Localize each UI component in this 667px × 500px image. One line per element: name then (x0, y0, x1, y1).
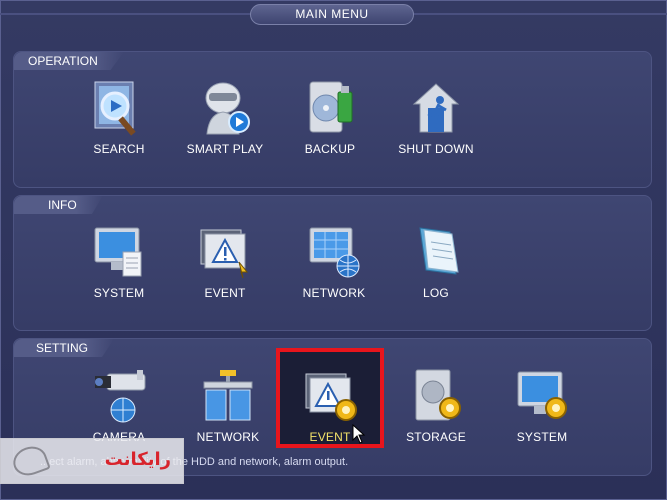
system-setting-icon (512, 366, 572, 426)
info-panel-label: INFO (14, 196, 103, 214)
setting-network-label: NETWORK (196, 430, 260, 444)
log-icon (406, 222, 466, 282)
camera-icon (89, 366, 149, 426)
camera-button[interactable]: CAMERA (71, 366, 167, 444)
smart-play-icon (195, 78, 255, 138)
setting-network-button[interactable]: NETWORK (180, 366, 276, 444)
search-label: SEARCH (93, 142, 145, 156)
smart-play-label: SMART PLAY (186, 142, 264, 156)
backup-label: BACKUP (304, 142, 356, 156)
setting-system-button[interactable]: SYSTEM (494, 366, 590, 444)
storage-button[interactable]: STORAGE (388, 366, 484, 444)
info-event-label: EVENT (204, 286, 246, 300)
window-title: MAIN MENU (250, 4, 414, 25)
info-system-button[interactable]: SYSTEM (71, 222, 167, 300)
search-icon (89, 78, 149, 138)
watermark-logo: رایکانت (0, 438, 184, 484)
event-setting-icon (300, 366, 360, 426)
watermark-swoosh-icon (9, 442, 51, 480)
mouse-cursor-icon (352, 423, 366, 449)
system-info-icon (89, 222, 149, 282)
info-network-label: NETWORK (302, 286, 366, 300)
log-button[interactable]: LOG (388, 222, 484, 300)
storage-icon (406, 366, 466, 426)
setting-panel-label: SETTING (14, 339, 115, 357)
info-network-button[interactable]: NETWORK (286, 222, 382, 300)
network-info-icon (304, 222, 364, 282)
log-label: LOG (423, 286, 449, 300)
backup-icon (300, 78, 360, 138)
network-setting-icon (198, 366, 258, 426)
search-button[interactable]: SEARCH (71, 78, 167, 156)
backup-button[interactable]: BACKUP (282, 78, 378, 156)
info-system-label: SYSTEM (93, 286, 145, 300)
watermark-text: رایکانت (104, 449, 171, 470)
smart-play-button[interactable]: SMART PLAY (177, 78, 273, 156)
shut-down-button[interactable]: SHUT DOWN (388, 78, 484, 156)
shut-down-icon (406, 78, 466, 138)
info-event-button[interactable]: EVENT (177, 222, 273, 300)
event-info-icon (195, 222, 255, 282)
shut-down-label: SHUT DOWN (398, 142, 474, 156)
setting-system-label: SYSTEM (516, 430, 568, 444)
operation-panel-label: OPERATION (14, 52, 124, 70)
storage-label: STORAGE (406, 430, 466, 444)
